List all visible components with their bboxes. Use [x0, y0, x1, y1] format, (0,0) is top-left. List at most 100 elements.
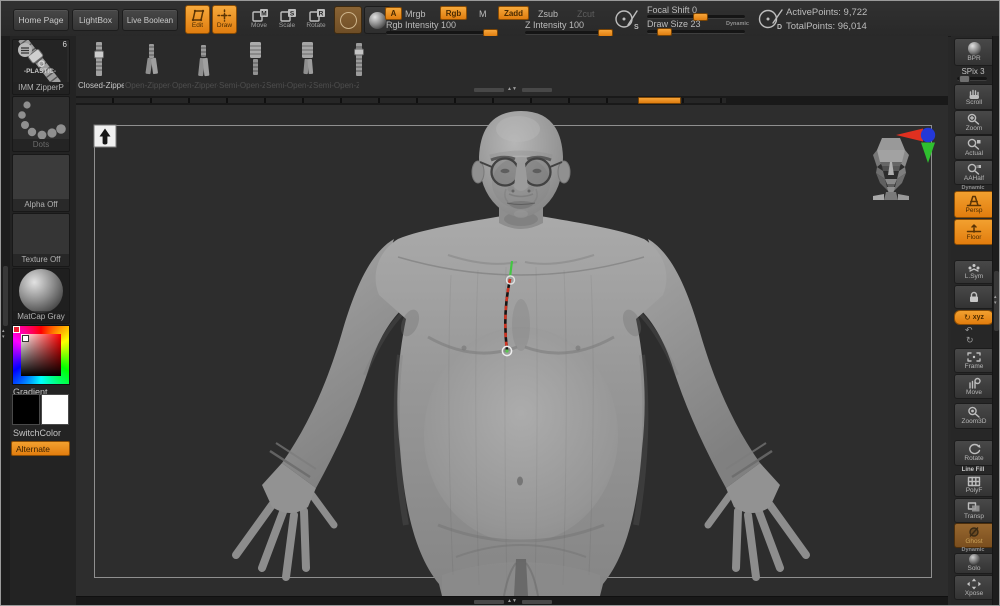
left-tray-divider-arrows[interactable]: ▴▾ — [2, 328, 5, 340]
a-toggle[interactable]: A — [385, 7, 402, 20]
move-button[interactable]: M Move — [246, 6, 272, 32]
texture-label: Texture Off — [13, 254, 69, 266]
tray-divider-arrows[interactable]: ▲▼ — [507, 86, 517, 92]
stroke-button[interactable]: S — [613, 6, 641, 32]
alternate-label: Alternate — [12, 444, 50, 454]
tool-head-preview[interactable] — [873, 138, 909, 200]
brush-shape-button[interactable] — [334, 6, 362, 34]
secondary-color-swatch[interactable] — [41, 394, 69, 425]
lock-button[interactable] — [954, 285, 994, 309]
tray-label-3[interactable]: Semi-Open-Zip — [219, 81, 265, 90]
stroke-letter: S — [634, 24, 639, 31]
scroll-label: Scroll — [966, 100, 982, 107]
floor-button[interactable]: Floor — [954, 219, 994, 245]
ghost-icon — [966, 526, 982, 538]
scroll-button[interactable]: Scroll — [954, 84, 994, 110]
draw-button[interactable]: Draw — [212, 5, 237, 34]
color-hue-marker[interactable] — [13, 326, 20, 333]
zadd-toggle[interactable]: Zadd — [498, 6, 529, 20]
right-tray-divider-arrows[interactable]: ▴▾ — [994, 294, 997, 306]
tray-label-5[interactable]: Semi-Open-Zip — [313, 81, 359, 90]
rotate-button[interactable]: R Rotate — [302, 6, 330, 32]
color-picker[interactable] — [12, 325, 70, 385]
right-tray-scrollbar[interactable]: ▴▾ — [992, 36, 1000, 606]
focal-shift-label: Focal Shift 0 — [647, 5, 697, 15]
draw-size-slider[interactable] — [647, 30, 745, 34]
canvas-top-scrollbar[interactable] — [76, 96, 948, 105]
sculpt-model[interactable] — [236, 111, 806, 596]
tray-divider-segment-right[interactable] — [522, 88, 552, 92]
rotate-3d-button[interactable]: Rotate — [954, 440, 994, 466]
zoom3d-button[interactable]: Zoom3D — [954, 403, 994, 429]
alpha-thumbnail[interactable]: Alpha Off — [12, 154, 70, 212]
draw-size-handle[interactable] — [657, 28, 672, 36]
dots-stroke-button[interactable]: D — [757, 6, 785, 32]
draw-label: Draw — [217, 23, 232, 30]
xpose-button[interactable]: Xpose — [954, 575, 994, 600]
line-fill-note: Line Fill — [951, 467, 995, 473]
tray-item-closed-zipper[interactable] — [89, 40, 109, 80]
tray-label-1[interactable]: Open-Zipper-Pu — [125, 81, 171, 90]
aahalf-label: AAHalf — [964, 176, 984, 183]
persp-button[interactable]: Persp — [954, 191, 994, 218]
stroke-thumbnail[interactable]: Dots — [12, 96, 70, 152]
spix-handle[interactable] — [959, 75, 970, 83]
tray-item-semi-open-3[interactable] — [349, 41, 369, 80]
tray-item-open-zipper-2[interactable] — [193, 44, 213, 80]
xpose-arrows-icon — [966, 578, 982, 590]
zcut-toggle[interactable]: Zcut — [577, 9, 595, 19]
rgb-label: Rgb — [446, 9, 462, 18]
home-page-button[interactable]: Home Page — [13, 9, 69, 31]
z-intensity-slider[interactable] — [525, 31, 613, 35]
tray-label-4[interactable]: Semi-Open-Zip — [266, 81, 312, 90]
rgb-toggle[interactable]: Rgb — [440, 6, 467, 20]
zsub-toggle[interactable]: Zsub — [538, 9, 558, 19]
mrgb-toggle[interactable]: Mrgb — [405, 9, 426, 19]
rotate-cw-icon[interactable]: ↻ — [966, 335, 974, 346]
move-3d-button[interactable]: Move — [954, 374, 994, 399]
bottom-divider-segment-right[interactable] — [522, 600, 552, 604]
live-boolean-button[interactable]: Live Boolean — [122, 9, 178, 31]
polyframe-button[interactable]: PolyF — [954, 474, 994, 497]
frame-corners-icon — [966, 351, 982, 363]
actual-button[interactable]: Actual — [954, 135, 994, 160]
edit-button[interactable]: Edit — [185, 5, 210, 34]
xyz-axis-button[interactable]: ↻ xyz — [954, 310, 994, 325]
scrollbar-active-segment[interactable] — [638, 97, 681, 104]
switch-color-label[interactable]: SwitchColor — [13, 428, 61, 438]
canvas-area[interactable] — [76, 105, 948, 596]
scale-button[interactable]: S Scale — [274, 6, 300, 32]
aahalf-button[interactable]: AAHalf — [954, 160, 994, 185]
tray-divider-segment-left[interactable] — [474, 88, 504, 92]
bpr-button[interactable]: BPR — [954, 38, 994, 66]
solo-button[interactable]: Solo — [954, 553, 994, 574]
bottom-divider-segment-left[interactable] — [474, 600, 504, 604]
rgb-intensity-slider[interactable] — [386, 31, 498, 35]
tray-label-2[interactable]: Open-Zipper-Le — [172, 81, 218, 90]
lightbox-label: LightBox — [79, 15, 112, 25]
rotate-label: Rotate — [306, 23, 325, 30]
zoom-button[interactable]: Zoom — [954, 110, 994, 135]
current-brush-thumbnail[interactable]: -PLASTIC- 6 IMM ZipperP — [12, 39, 70, 95]
tray-item-open-zipper-1[interactable] — [141, 42, 161, 80]
left-tray-scroll-handle[interactable] — [3, 266, 8, 326]
bottom-divider-arrows[interactable]: ▲▼ — [507, 598, 517, 604]
ghost-button[interactable]: Ghost — [954, 523, 994, 548]
local-symmetry-button[interactable]: L.Sym — [954, 260, 994, 284]
texture-thumbnail[interactable]: Texture Off — [12, 213, 70, 267]
lightbox-button[interactable]: LightBox — [72, 9, 119, 31]
frame-button[interactable]: Frame — [954, 348, 994, 373]
main-color-swatch[interactable] — [12, 394, 40, 425]
m-toggle[interactable]: M — [479, 9, 487, 19]
transparency-button[interactable]: Transp — [954, 498, 994, 523]
bottom-bar: ▲▼ — [76, 596, 948, 606]
tray-item-semi-open-1[interactable] — [245, 40, 265, 80]
3d-viewport[interactable] — [76, 105, 948, 596]
alternate-button[interactable]: Alternate — [11, 441, 70, 456]
tray-item-semi-open-2[interactable] — [297, 40, 317, 80]
material-thumbnail[interactable]: MatCap Gray — [12, 268, 70, 324]
tray-label-0[interactable]: Closed-Zipper — [78, 81, 124, 90]
spix-slider[interactable] — [957, 77, 987, 81]
draw-size-dynamic-label[interactable]: Dynamic — [726, 21, 749, 27]
color-sv-marker[interactable] — [22, 335, 29, 342]
